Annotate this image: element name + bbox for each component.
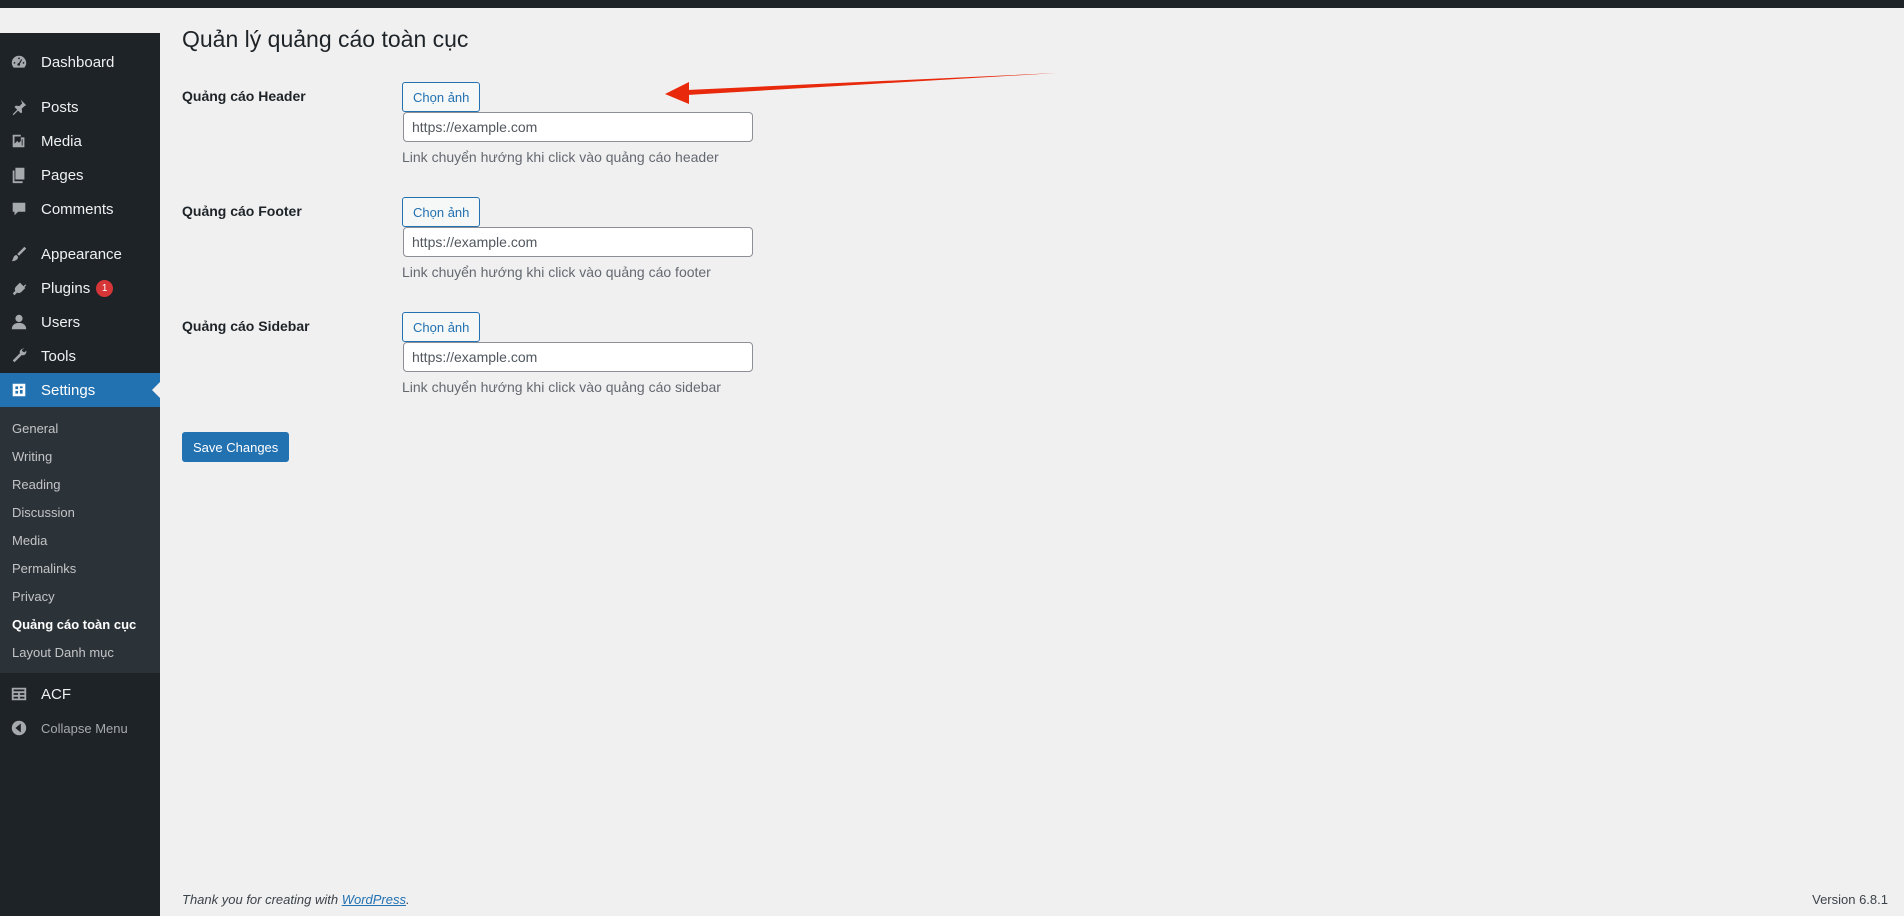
menu-item-appearance[interactable]: Appearance	[0, 237, 160, 271]
settings-submenu: General Writing Reading Discussion Media…	[0, 407, 160, 673]
wordpress-link[interactable]: WordPress	[342, 892, 406, 907]
choose-image-button[interactable]: Chọn ảnh	[402, 82, 481, 112]
update-count-badge: 1	[96, 279, 114, 297]
submenu-item-privacy[interactable]: Privacy	[0, 583, 160, 611]
pin-icon	[9, 97, 29, 117]
footer-credit: Thank you for creating with WordPress.	[182, 892, 410, 907]
plug-icon	[9, 278, 29, 298]
admin-sidebar: Dashboard Posts Media Pages Comments App…	[0, 33, 160, 916]
footer-link-input[interactable]	[403, 227, 753, 257]
footer-period: .	[406, 892, 410, 907]
submenu-item-general[interactable]: General	[0, 415, 160, 443]
menu-item-tools[interactable]: Tools	[0, 339, 160, 373]
submenu-item-category-layout[interactable]: Layout Danh mục	[0, 639, 160, 667]
wrench-icon	[9, 346, 29, 366]
menu-label: Appearance	[41, 245, 122, 263]
field-label: Quảng cáo Header	[182, 88, 306, 104]
collapse-icon	[9, 718, 29, 738]
menu-label: Media	[41, 132, 82, 150]
menu-label: Dashboard	[41, 53, 115, 71]
media-icon	[9, 131, 29, 151]
table-icon	[9, 684, 29, 704]
save-changes-button[interactable]: Save Changes	[182, 432, 290, 462]
menu-item-pages[interactable]: Pages	[0, 158, 160, 192]
menu-item-posts[interactable]: Posts	[0, 90, 160, 124]
submenu-item-writing[interactable]: Writing	[0, 443, 160, 471]
field-description: Link chuyển hướng khi click vào quảng cá…	[402, 149, 719, 165]
menu-item-plugins[interactable]: Plugins 1	[0, 271, 160, 305]
submenu-item-permalinks[interactable]: Permalinks	[0, 555, 160, 583]
menu-item-media[interactable]: Media	[0, 124, 160, 158]
dashboard-icon	[9, 52, 29, 72]
submenu-item-media[interactable]: Media	[0, 527, 160, 555]
arrow-head	[665, 82, 689, 104]
menu-item-users[interactable]: Users	[0, 305, 160, 339]
page-title: Quản lý quảng cáo toàn cục	[182, 26, 469, 52]
submenu-item-reading[interactable]: Reading	[0, 471, 160, 499]
field-label: Quảng cáo Sidebar	[182, 318, 310, 334]
menu-label: Plugins	[41, 279, 91, 297]
menu-label: Pages	[41, 166, 84, 184]
sidebar-link-input[interactable]	[403, 342, 753, 372]
field-label: Quảng cáo Footer	[182, 203, 302, 219]
brush-icon	[9, 244, 29, 264]
header-link-input[interactable]	[403, 112, 753, 142]
submenu-item-discussion[interactable]: Discussion	[0, 499, 160, 527]
field-description: Link chuyển hướng khi click vào quảng cá…	[402, 264, 711, 280]
red-arrow-annotation	[665, 73, 1057, 104]
menu-label: Users	[41, 313, 81, 331]
settings-icon	[9, 380, 29, 400]
version-text: Version 6.8.1	[1812, 892, 1888, 907]
collapse-menu-button[interactable]: Collapse Menu	[0, 711, 160, 745]
arrow-shaft	[687, 73, 1057, 95]
menu-item-acf[interactable]: ACF	[0, 677, 160, 711]
choose-image-button[interactable]: Chọn ảnh	[402, 312, 481, 342]
menu-item-dashboard[interactable]: Dashboard	[0, 45, 160, 79]
admin-menu-lower: ACF Collapse Menu	[0, 673, 160, 745]
comment-icon	[9, 199, 29, 219]
menu-label: Tools	[41, 347, 77, 365]
menu-label: Posts	[41, 98, 79, 116]
menu-label: Collapse Menu	[41, 720, 128, 736]
footer-thanks-text: Thank you for creating with	[182, 892, 339, 907]
menu-label: ACF	[41, 685, 71, 703]
menu-item-comments[interactable]: Comments	[0, 192, 160, 226]
field-description: Link chuyển hướng khi click vào quảng cá…	[402, 379, 721, 395]
submenu-item-global-ads[interactable]: Quảng cáo toàn cục	[0, 611, 160, 639]
main-content: Quản lý quảng cáo toàn cục Quảng cáo Hea…	[182, 0, 1904, 916]
menu-item-settings[interactable]: Settings	[0, 373, 160, 407]
user-icon	[9, 312, 29, 332]
pages-icon	[9, 165, 29, 185]
admin-menu: Dashboard Posts Media Pages Comments App…	[0, 33, 160, 407]
choose-image-button[interactable]: Chọn ảnh	[402, 197, 481, 227]
menu-label: Comments	[41, 200, 114, 218]
menu-label: Settings	[41, 381, 96, 399]
